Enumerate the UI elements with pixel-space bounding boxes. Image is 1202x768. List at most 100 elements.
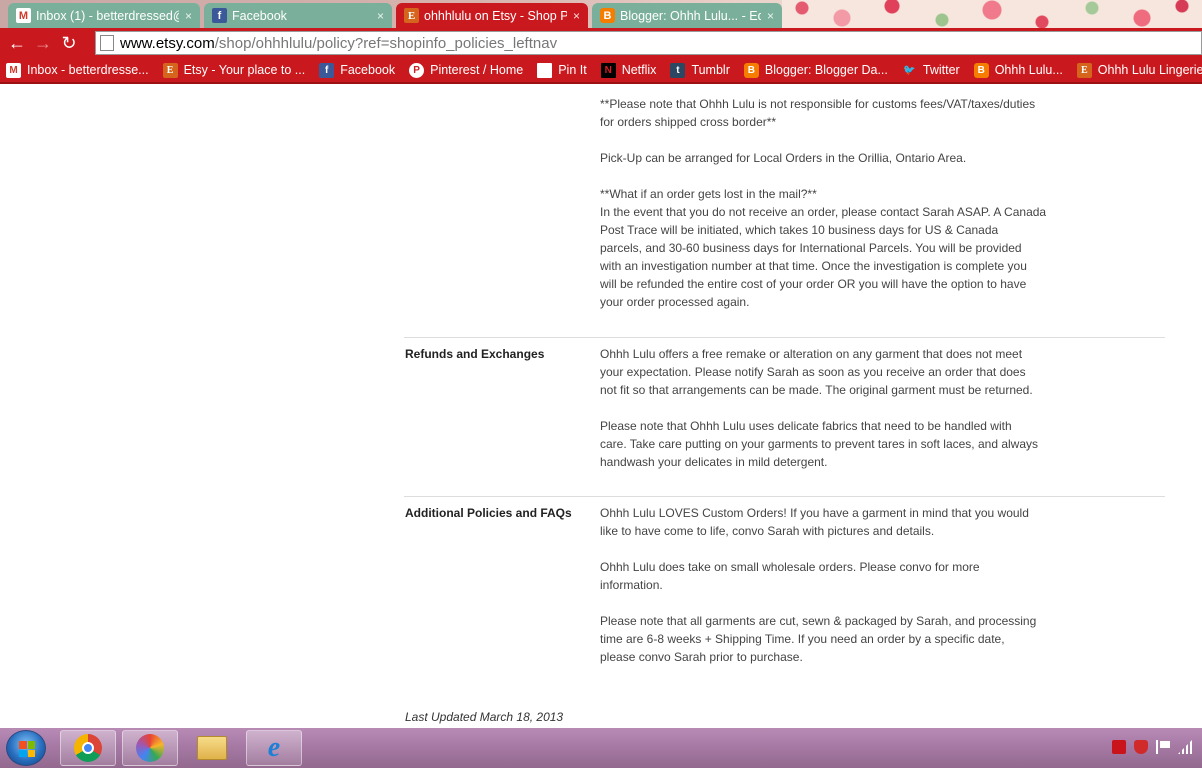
section-divider (404, 337, 1165, 338)
policy-line (600, 167, 1160, 185)
tab-etsy-shop[interactable]: E ohhhlulu on Etsy - Shop P × (396, 3, 588, 28)
bookmark-ohhh-lulu-lingerie[interactable]: E Ohhh Lulu Lingerie ... (1076, 62, 1202, 78)
policy-line: your order processed again. (600, 295, 750, 309)
pinterest-icon: P (409, 62, 425, 78)
last-updated: Last Updated March 18, 2013 (405, 710, 564, 724)
policy-line: Post Trace will be initiated, which take… (600, 223, 999, 237)
gmail-icon: M (16, 8, 31, 23)
bookmark-label: Pin It (558, 63, 587, 77)
windows-taskbar: e (0, 728, 1202, 768)
taskbar-file-explorer[interactable] (184, 730, 240, 766)
etsy-icon: E (162, 62, 178, 78)
policy-line (600, 399, 1160, 417)
close-icon[interactable]: × (767, 9, 774, 23)
close-icon[interactable]: × (185, 9, 192, 23)
tab-title: Facebook (232, 8, 287, 23)
policy-line: your expectation. Please notify Sarah as… (600, 365, 1026, 379)
shipping-policy-text: **Please note that Ohhh Lulu is not resp… (600, 95, 1160, 311)
bookmark-label: Facebook (340, 63, 396, 77)
browser-toolbar: ← → ↻ www.etsy.com/shop/ohhhlulu/policy?… (0, 28, 1202, 58)
refunds-text: Ohhh Lulu offers a free remake or altera… (600, 345, 1160, 471)
page-icon (537, 62, 553, 78)
bookmark-pin-it[interactable]: Pin It (537, 62, 587, 78)
bookmark-label: Netflix (621, 63, 657, 77)
bookmark-label: Etsy - Your place to ... (183, 63, 306, 77)
url-path: /shop/ohhhlulu/policy?ref=shopinfo_polic… (214, 34, 558, 52)
reload-icon[interactable]: ↻ (56, 30, 82, 56)
bookmark-tumblr[interactable]: t Tumblr (670, 62, 730, 78)
bookmark-label: Inbox - betterdresse... (27, 63, 149, 77)
bookmark-pinterest-home[interactable]: P Pinterest / Home (409, 62, 524, 78)
taskbar-chrome[interactable] (60, 730, 116, 766)
bookmark-twitter[interactable]: 🐦 Twitter (902, 63, 960, 78)
action-center-flag-icon[interactable] (1156, 740, 1170, 754)
policy-line: Please note that Ohhh Lulu uses delicate… (600, 419, 1012, 433)
policy-line (600, 131, 1160, 149)
bookmark-ohhh-lulu[interactable]: B Ohhh Lulu... (973, 62, 1063, 78)
bookmark-inbox-betterdresse[interactable]: M Inbox - betterdresse... (6, 62, 149, 78)
policy-line (600, 594, 1160, 612)
picasa-icon (136, 734, 164, 762)
taskbar-picasa[interactable] (122, 730, 178, 766)
facebook-icon: f (319, 62, 335, 78)
policy-line: Please note that all garments are cut, s… (600, 614, 1037, 628)
additional-policies-text: Ohhh Lulu LOVES Custom Orders! If you ha… (600, 504, 1160, 666)
chrome-icon (74, 734, 102, 762)
blogger-icon: B (973, 62, 989, 78)
policy-line: will be refunded the entire cost of your… (600, 277, 1027, 291)
netflix-icon: N (600, 62, 616, 78)
tab-facebook[interactable]: f Facebook × (204, 3, 392, 28)
gmail-icon: M (6, 62, 21, 78)
bookmark-etsy-your-place-to[interactable]: E Etsy - Your place to ... (162, 62, 306, 78)
bookmark-label: Pinterest / Home (430, 63, 524, 77)
bookmark-netflix[interactable]: N Netflix (600, 62, 657, 78)
close-icon[interactable]: × (377, 9, 384, 23)
tab-title: Inbox (1) - betterdressed@ (36, 8, 179, 23)
bookmark-label: Ohhh Lulu... (994, 63, 1063, 77)
back-arrow-icon[interactable]: ← (4, 30, 30, 56)
policy-line: Ohhh Lulu offers a free remake or altera… (600, 347, 1023, 361)
bookmark-label: Blogger: Blogger Da... (764, 63, 888, 77)
etsy-icon: E (1076, 62, 1092, 78)
windows-logo-icon (19, 741, 35, 757)
policy-line: Ohhh Lulu LOVES Custom Orders! If you ha… (600, 506, 1029, 520)
tab-gmail-inbox[interactable]: M Inbox (1) - betterdressed@ × (8, 3, 200, 28)
policy-line: please convo Sarah prior to purchase. (600, 650, 803, 664)
forward-arrow-icon[interactable]: → (30, 30, 56, 56)
address-bar[interactable]: www.etsy.com/shop/ohhhlulu/policy?ref=sh… (95, 31, 1202, 55)
policy-line: parcels, and 30-60 business days for Int… (600, 241, 1022, 255)
file-explorer-icon (197, 736, 227, 760)
tab-blogger[interactable]: B Blogger: Ohhh Lulu... - Ed × (592, 3, 782, 28)
blogger-icon: B (743, 62, 759, 78)
policy-line: handwash your delicates in mild detergen… (600, 455, 828, 469)
start-button[interactable] (6, 730, 46, 766)
theme-floral-background (782, 0, 1202, 28)
network-icon[interactable] (1178, 740, 1192, 754)
shop-policy-page: **Please note that Ohhh Lulu is not resp… (0, 86, 1202, 728)
policy-line: time are 6-8 weeks + Shipping Time. If y… (600, 632, 1005, 646)
url-host: www.etsy.com (120, 34, 215, 52)
policy-line: **What if an order gets lost in the mail… (600, 187, 817, 201)
section-divider (404, 496, 1165, 497)
bookmark-label: Twitter (922, 63, 960, 77)
policy-line: for orders shipped cross border** (600, 115, 777, 129)
tab-title: Blogger: Ohhh Lulu... - Ed (620, 8, 761, 23)
policy-line: care. Take care putting on your garments… (600, 437, 1039, 451)
bookmark-facebook[interactable]: f Facebook (319, 62, 396, 78)
policy-line: with an investigation number at that tim… (600, 259, 1027, 273)
close-icon[interactable]: × (573, 9, 580, 23)
taskbar-internet-explorer[interactable]: e (246, 730, 302, 766)
policy-line: **Please note that Ohhh Lulu is not resp… (600, 97, 1036, 111)
shield-icon[interactable] (1134, 740, 1148, 754)
page-icon (100, 35, 114, 51)
policy-line: information. (600, 578, 663, 592)
facebook-icon: f (212, 8, 227, 23)
additional-policies-heading: Additional Policies and FAQs (405, 506, 572, 520)
twitter-icon: 🐦 (903, 64, 916, 76)
blogger-icon: B (600, 8, 615, 23)
policy-line: Pick-Up can be arranged for Local Orders… (600, 151, 967, 165)
bookmark-label: Ohhh Lulu Lingerie ... (1097, 63, 1202, 77)
acrobat-icon[interactable] (1112, 740, 1126, 754)
bookmark-blogger-blogger-da[interactable]: B Blogger: Blogger Da... (743, 62, 888, 78)
internet-explorer-icon: e (267, 732, 281, 763)
